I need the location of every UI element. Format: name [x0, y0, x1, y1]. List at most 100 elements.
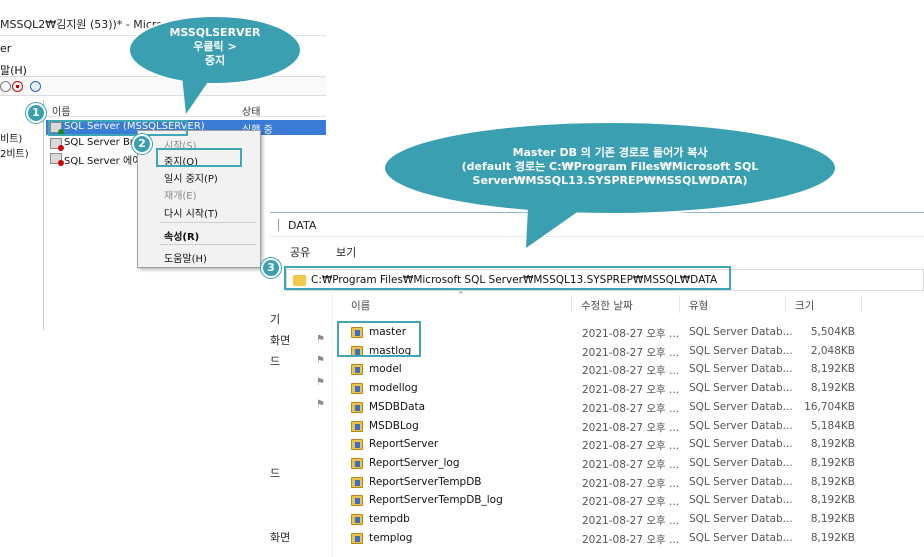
file-row[interactable]: mastlog 2021-08-27 오후 ... SQL Server Datab… [333, 342, 924, 360]
column-type[interactable]: 유형 [689, 298, 708, 313]
file-row[interactable]: templog 2021-08-27 오후 ... SQL Server Datab… [333, 529, 924, 547]
column-divider[interactable] [861, 295, 862, 313]
callout-text-copy: Master DB 의 기존 경로로 들어가 복사 (default 경로는 C… [461, 146, 759, 187]
file-row[interactable]: MSDBLog 2021-08-27 오후 ... SQL Server Datab… [333, 417, 924, 435]
pin-icon[interactable]: ⚑ [316, 377, 325, 388]
tree-item-64bit[interactable]: 비트) [0, 130, 22, 145]
file-name: MSDBLog [369, 419, 419, 432]
file-size: 5,184KB [810, 419, 855, 432]
nav-item[interactable]: 화면 [270, 332, 290, 348]
file-date: 2021-08-27 오후 ... [582, 421, 680, 434]
nav-item[interactable]: 기 [270, 311, 280, 327]
file-size: 8,192KB [810, 438, 855, 451]
title-divider [278, 219, 279, 231]
file-date: 2021-08-27 오후 ... [582, 533, 680, 546]
file-name: ReportServerTempDB_log [369, 494, 503, 507]
menu-divider [160, 222, 256, 223]
step-badge-2: 2 [132, 134, 152, 154]
menu-item-help[interactable]: 도움말(H) [164, 250, 207, 265]
highlight-stop [156, 148, 242, 167]
file-date: 2021-08-27 오후 ... [582, 496, 680, 509]
file-type: SQL Server Datab... [689, 400, 793, 413]
file-type: SQL Server Datab... [689, 494, 793, 507]
step-badge-1: 1 [26, 103, 46, 123]
stop-icon[interactable] [12, 81, 23, 92]
file-row[interactable]: tempdb 2021-08-27 오후 ... SQL Server Datab.… [333, 510, 924, 528]
file-row[interactable]: modellog 2021-08-27 오후 ... SQL Server Data… [333, 379, 924, 397]
file-row[interactable]: ReportServerTempDB_log 2021-08-27 오후 ... S… [333, 491, 924, 509]
file-date: 2021-08-27 오후 ... [582, 477, 680, 490]
sql-database-file-icon [351, 439, 363, 451]
tab-share[interactable]: 공유 [290, 244, 310, 260]
file-type: SQL Server Datab... [689, 363, 793, 376]
file-date: 2021-08-27 오후 ... [582, 402, 680, 415]
file-row[interactable]: ReportServerTempDB 2021-08-27 오후 ... SQL S… [333, 473, 924, 491]
sql-database-file-icon [351, 401, 363, 413]
list-header: ⌃ 이름 수정한 날짜 유형 크기 [333, 291, 924, 315]
file-date: 2021-08-27 오후 ... [582, 346, 680, 359]
file-date: 2021-08-27 오후 ... [582, 440, 680, 453]
service-icon [50, 138, 64, 151]
column-divider[interactable] [571, 295, 572, 313]
file-type: SQL Server Datab... [689, 531, 793, 544]
explorer-window: DATA 공유 보기 C:₩Program Files₩Microsoft SQ… [270, 212, 924, 557]
file-size: 8,192KB [810, 456, 855, 469]
pin-icon[interactable]: ⚑ [316, 355, 325, 366]
file-type: SQL Server Datab... [689, 438, 793, 451]
file-type: SQL Server Datab... [689, 475, 793, 488]
menu-item-properties[interactable]: 속성(R) [164, 228, 199, 243]
file-date: 2021-08-27 오후 ... [582, 328, 680, 340]
pin-icon[interactable]: ⚑ [316, 334, 325, 345]
pause-icon[interactable] [0, 81, 11, 92]
file-size: 8,192KB [810, 531, 855, 544]
file-size: 16,704KB [804, 400, 855, 413]
sql-database-file-icon [351, 364, 363, 376]
sort-up-icon: ⌃ [457, 291, 465, 301]
nav-item[interactable]: 드 [270, 353, 280, 369]
column-name[interactable]: 이름 [52, 103, 70, 118]
column-name[interactable]: 이름 [351, 298, 370, 313]
file-name: tempdb [369, 513, 410, 525]
file-date: 2021-08-27 오후 ... [582, 384, 680, 397]
tree-pane: 비트) 2비트) [0, 100, 44, 330]
sql-database-file-icon [351, 495, 363, 507]
file-row[interactable]: master 2021-08-27 오후 ... SQL Server Datab.… [333, 323, 924, 341]
tab-view[interactable]: 보기 [336, 244, 356, 260]
file-name: model [369, 363, 402, 376]
column-divider[interactable] [785, 295, 786, 313]
file-type: SQL Server Datab... [689, 326, 793, 338]
file-row[interactable]: ReportServer 2021-08-27 오후 ... SQL Server … [333, 435, 924, 453]
step-badge-3: 3 [261, 258, 281, 278]
menu-item-file[interactable]: er [0, 42, 11, 55]
file-date: 2021-08-27 오후 ... [582, 515, 680, 527]
column-date[interactable]: 수정한 날짜 [581, 298, 633, 313]
menu-item-restart[interactable]: 다시 시작(T) [164, 205, 218, 220]
file-date: 2021-08-27 오후 ... [582, 365, 680, 378]
file-row[interactable]: ReportServer_log 2021-08-27 오후 ... SQL Ser… [333, 454, 924, 472]
sql-database-file-icon [351, 420, 363, 432]
file-name: templog [369, 531, 413, 544]
file-size: 2,048KB [810, 344, 855, 357]
tree-item-32bit[interactable]: 2비트) [0, 145, 29, 160]
menu-item-resume[interactable]: 재개(E) [164, 187, 197, 202]
file-size: 8,192KB [810, 475, 855, 488]
file-size: 8,192KB [810, 494, 855, 507]
sql-database-file-icon [351, 514, 363, 525]
column-size[interactable]: 크기 [795, 298, 814, 313]
file-name: modellog [369, 382, 418, 395]
nav-item[interactable]: 드 [270, 465, 280, 481]
service-name: SQL Server Bro [64, 137, 140, 148]
pin-icon[interactable]: ⚑ [316, 399, 325, 410]
highlight-address [284, 266, 731, 290]
file-date: 2021-08-27 오후 ... [582, 458, 680, 471]
restart-icon[interactable] [30, 81, 41, 92]
service-icon [50, 153, 64, 166]
menu-item-pause[interactable]: 일시 중지(P) [164, 170, 218, 185]
sql-database-file-icon [351, 476, 363, 488]
nav-item[interactable]: 화면 [270, 529, 290, 545]
file-size: 8,192KB [810, 363, 855, 376]
file-row[interactable]: MSDBData 2021-08-27 오후 ... SQL Server Data… [333, 398, 924, 416]
file-row[interactable]: model 2021-08-27 오후 ... SQL Server Datab..… [333, 360, 924, 378]
file-name: MSDBData [369, 400, 426, 413]
column-divider[interactable] [679, 295, 680, 313]
